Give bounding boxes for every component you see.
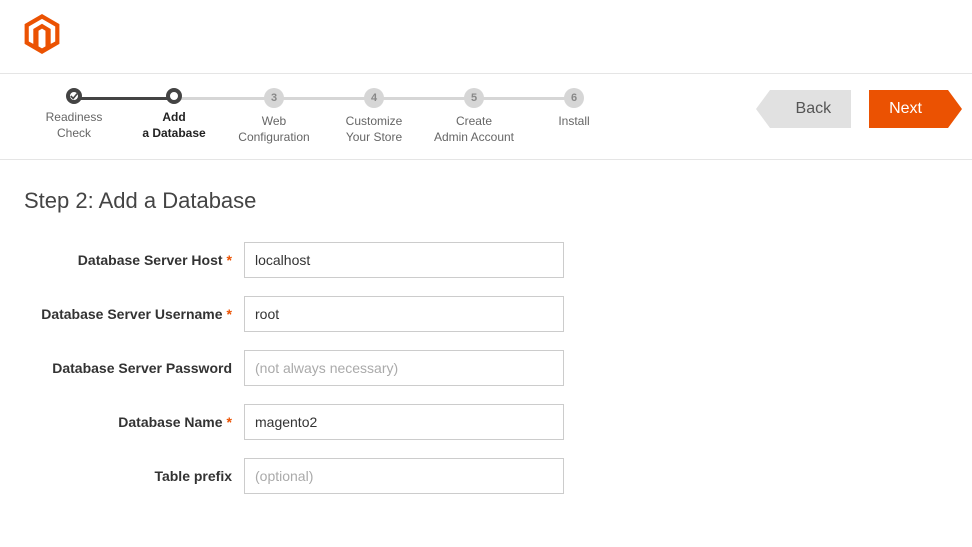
label-db-username: Database Server Username*: [24, 306, 244, 322]
db-name-input[interactable]: [244, 404, 564, 440]
step-label: a Database: [142, 126, 205, 140]
step-label: Readiness: [46, 110, 103, 124]
back-button[interactable]: Back: [770, 90, 852, 128]
db-username-input[interactable]: [244, 296, 564, 332]
step-label: Add: [162, 110, 185, 124]
label-table-prefix: Table prefix: [24, 468, 244, 484]
step-label: Customize: [346, 114, 403, 128]
magento-logo: [24, 14, 60, 54]
step-label: Configuration: [238, 130, 309, 144]
page-title: Step 2: Add a Database: [24, 188, 948, 214]
step-label: Install: [558, 114, 589, 128]
step-install[interactable]: 6 Install: [524, 88, 624, 130]
step-number: 3: [264, 88, 284, 108]
step-number: 4: [364, 88, 384, 108]
step-label: Check: [57, 126, 91, 140]
label-db-password: Database Server Password: [24, 360, 244, 376]
step-number: 5: [464, 88, 484, 108]
label-db-host: Database Server Host*: [24, 252, 244, 268]
table-prefix-input[interactable]: [244, 458, 564, 494]
step-label: Your Store: [346, 130, 402, 144]
step-label: Admin Account: [434, 130, 514, 144]
label-db-name: Database Name*: [24, 414, 244, 430]
db-password-input[interactable]: [244, 350, 564, 386]
step-number: 6: [564, 88, 584, 108]
step-add-database[interactable]: Add a Database: [124, 88, 224, 141]
step-label: Create: [456, 114, 492, 128]
step-readiness-check[interactable]: Readiness Check: [24, 88, 124, 141]
step-label: Web: [262, 114, 286, 128]
db-host-input[interactable]: [244, 242, 564, 278]
next-button[interactable]: Next: [869, 90, 948, 128]
wizard-steps: Readiness Check Add a Database 3 Web Config…: [24, 88, 770, 145]
